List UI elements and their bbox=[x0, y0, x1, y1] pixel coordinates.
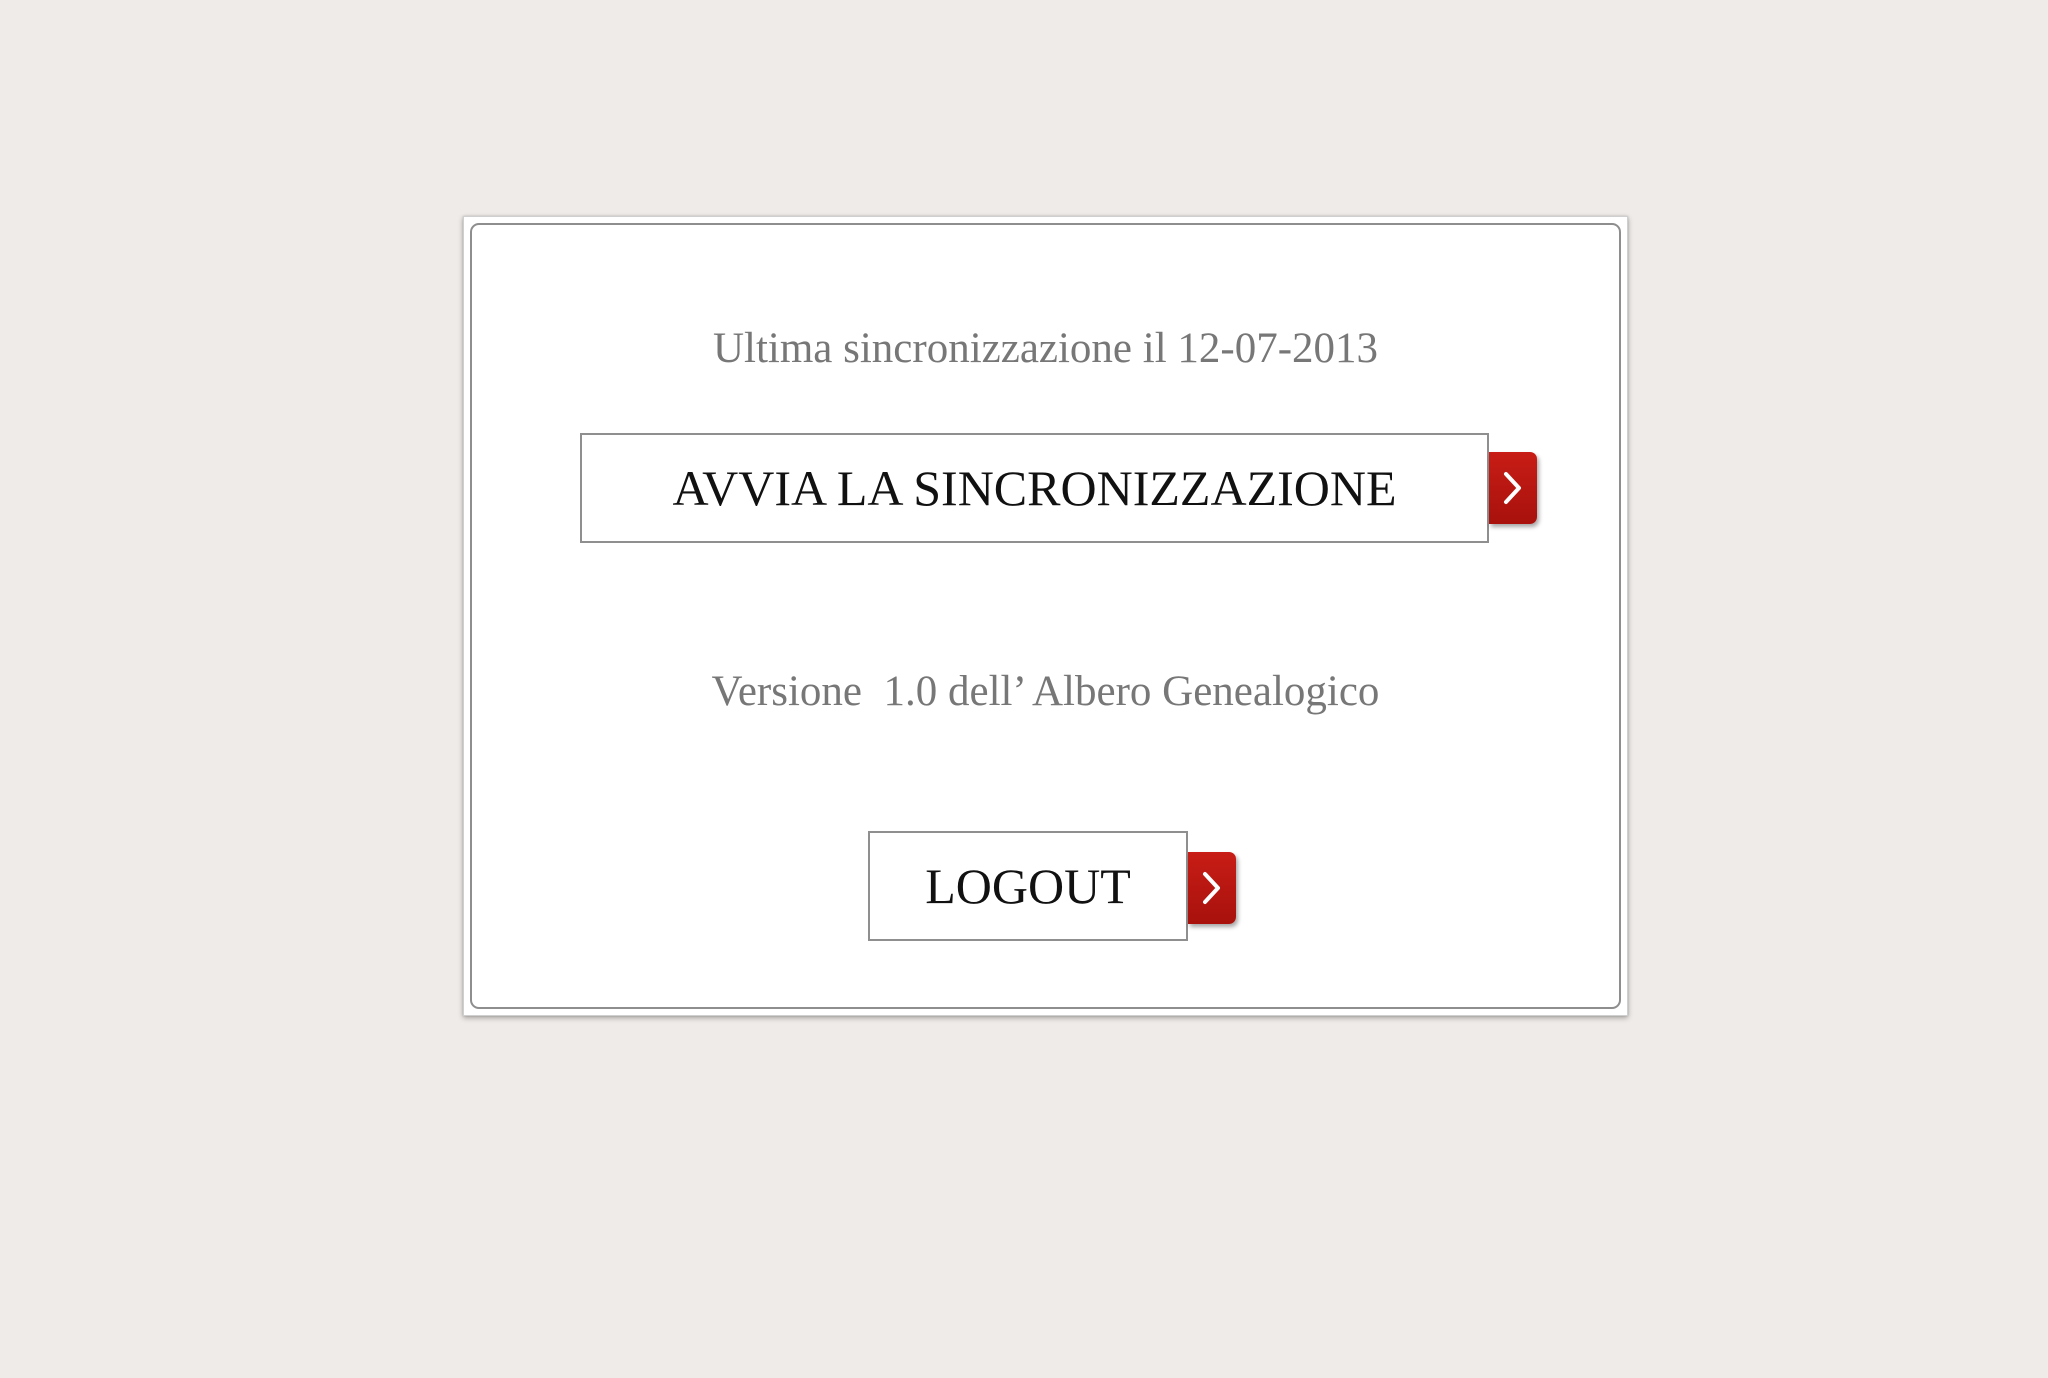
logout-button[interactable]: LOGOUT bbox=[868, 831, 1188, 941]
chevron-right-icon bbox=[1201, 870, 1223, 906]
logout-arrow-button[interactable] bbox=[1188, 852, 1236, 924]
start-sync-button[interactable]: AVVIA LA SINCRONIZZAZIONE bbox=[580, 433, 1489, 543]
settings-panel-frame: Ultima sincronizzazione il 12-07-2013 AV… bbox=[470, 223, 1621, 1009]
version-text: Versione 1.0 dell’ Albero Genealogico bbox=[711, 668, 1380, 715]
settings-panel: Ultima sincronizzazione il 12-07-2013 AV… bbox=[463, 216, 1628, 1016]
last-sync-text: Ultima sincronizzazione il 12-07-2013 bbox=[712, 325, 1379, 372]
logout-button-label: LOGOUT bbox=[925, 858, 1131, 914]
start-sync-button-label: AVVIA LA SINCRONIZZAZIONE bbox=[672, 460, 1397, 516]
chevron-right-icon bbox=[1502, 470, 1524, 506]
start-sync-arrow-button[interactable] bbox=[1489, 452, 1537, 524]
